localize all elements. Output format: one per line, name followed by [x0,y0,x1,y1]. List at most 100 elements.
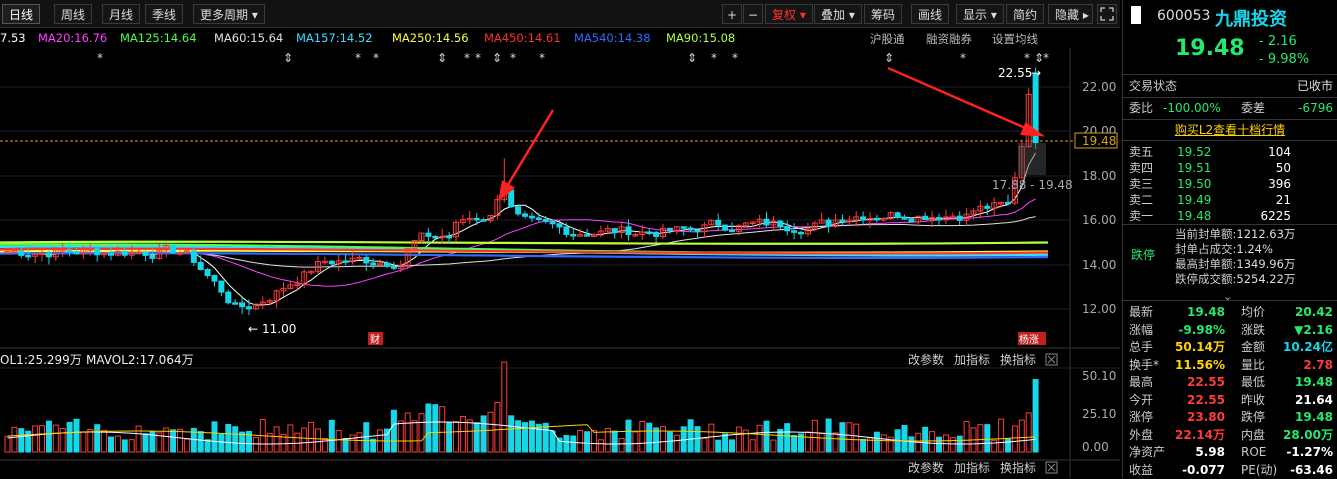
candle[interactable] [632,232,639,237]
candle[interactable] [770,215,777,231]
event-star-icon[interactable]: ⇕ [687,51,697,65]
candle[interactable] [142,250,149,262]
candle[interactable] [204,267,211,279]
tab-weekly[interactable]: 周线 [54,4,93,24]
tab-monthly[interactable]: 月线 [102,4,141,24]
candle[interactable] [473,213,480,226]
kline-chart[interactable]: 22.00 20.00 18.00 16.00 14.00 12.00 19.4… [0,48,1120,478]
candle[interactable] [273,289,280,308]
event-star-icon[interactable]: * [1024,51,1030,65]
more-periods-dropdown[interactable]: 更多周期 ▾ [193,4,265,24]
candle[interactable] [798,231,804,240]
event-star-icon[interactable]: * [711,51,717,65]
candle[interactable] [756,214,763,228]
candle[interactable] [804,222,811,237]
candle[interactable] [825,217,832,233]
candle[interactable] [839,214,846,227]
event-star-icon[interactable]: ⇕ [884,51,894,65]
switch-indicator-button-2[interactable]: 换指标 [1000,460,1036,475]
candle[interactable] [922,212,929,221]
tab-quarterly[interactable]: 季线 [145,4,184,24]
hk-connect-link[interactable]: 沪股通 [870,31,905,47]
candle[interactable] [611,228,618,239]
candle[interactable] [466,210,473,225]
candle[interactable] [984,203,991,216]
event-star-icon[interactable]: * [373,51,379,65]
candle[interactable] [370,258,377,269]
candle[interactable] [908,217,915,223]
candle[interactable] [1025,88,1032,148]
candle[interactable] [280,282,287,297]
add-indicator-button[interactable]: 加指标 [954,352,990,367]
candle[interactable] [591,232,597,237]
candle[interactable] [867,212,873,228]
candle[interactable] [887,210,894,220]
buy-l2-link[interactable]: 购买L2查看十档行情 [1123,121,1337,138]
candle[interactable] [308,270,315,275]
candle[interactable] [991,197,998,216]
candle[interactable] [894,211,901,220]
hide-button[interactable]: 隐藏 ▸ [1048,4,1093,24]
drawing-button[interactable]: 画线 [911,4,950,24]
candle[interactable] [722,224,729,232]
candle[interactable] [439,228,446,244]
candle[interactable] [646,228,653,236]
candle[interactable] [315,255,321,276]
candle[interactable] [715,213,722,231]
candle[interactable] [1005,194,1011,206]
candle[interactable] [777,220,784,230]
ma-settings-link[interactable]: 设置均线 [992,31,1038,47]
candle[interactable] [729,222,735,233]
candle[interactable] [390,261,397,271]
candle[interactable] [942,209,949,225]
event-star-icon[interactable]: * [510,51,516,65]
event-markers[interactable]: * ⇕ * * ⇕ * * ⇕ * * ⇕ * * ⇕ * * ⇕* [97,51,1049,65]
candle[interactable] [259,296,266,309]
edit-params-button[interactable]: 改参数 [908,352,944,367]
candle[interactable] [936,213,942,225]
event-star-icon[interactable]: * [464,51,470,65]
candle[interactable] [342,254,349,266]
candle[interactable] [673,226,680,235]
candle[interactable] [956,211,963,226]
event-star-icon[interactable]: ⇕ [283,51,293,65]
candle[interactable] [349,251,356,265]
candle[interactable] [356,255,363,260]
candle[interactable] [687,226,694,232]
chips-button[interactable]: 筹码 [864,4,903,24]
switch-indicator-button[interactable]: 换指标 [1000,352,1036,367]
simple-mode-button[interactable]: 简约 [1006,4,1045,24]
candle[interactable] [515,205,522,217]
candle[interactable] [232,298,239,305]
candle[interactable] [218,280,225,297]
candle[interactable] [701,221,708,239]
candle[interactable] [4,250,11,254]
candle[interactable] [563,223,570,238]
candle[interactable] [418,232,425,243]
candle[interactable] [597,225,604,238]
candle[interactable] [860,211,867,225]
collapse-icon[interactable]: ⌄ [1223,290,1232,303]
display-dropdown[interactable]: 显示 ▾ [956,4,1004,24]
candle[interactable] [818,212,825,224]
candle[interactable] [846,215,853,225]
candlesticks[interactable] [4,67,1039,316]
candle[interactable] [101,252,108,258]
overlay-dropdown[interactable]: 叠加 ▾ [814,4,862,24]
candle[interactable] [618,221,625,239]
candle[interactable] [977,200,984,219]
event-star-icon[interactable]: * [1043,51,1049,65]
candle[interactable] [225,289,232,305]
candle[interactable] [197,255,204,271]
event-star-icon[interactable]: * [960,51,966,65]
candle[interactable] [522,210,528,219]
candle[interactable] [384,260,390,269]
candle[interactable] [853,211,860,227]
candle[interactable] [459,214,466,226]
candle[interactable] [708,219,715,226]
event-star-icon[interactable]: * [732,51,738,65]
candle[interactable] [570,228,577,241]
event-star-icon[interactable]: ⇕ [437,51,447,65]
candle[interactable] [211,274,218,287]
zoom-out-button[interactable]: − [743,4,763,24]
